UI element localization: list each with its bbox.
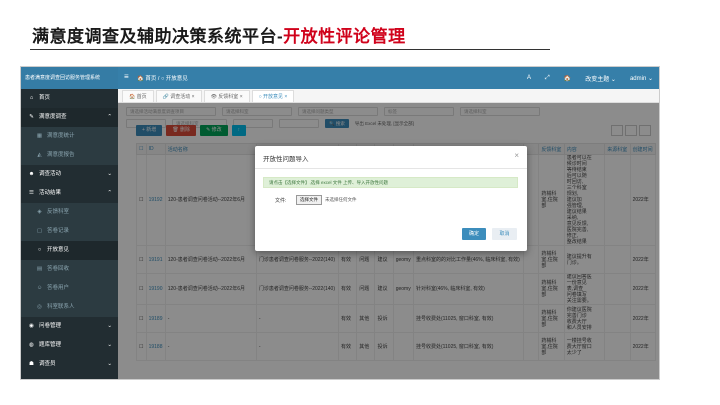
chart-icon: ◭ <box>37 152 42 158</box>
sidebar-item-label: 调查活动 <box>39 171 62 177</box>
fullscreen-icon[interactable]: ⤢ <box>545 75 550 82</box>
close-icon[interactable]: × <box>514 151 519 160</box>
chevron-icon[interactable]: ⌃ <box>107 108 112 127</box>
sidebar-item-label: 满意度调查 <box>39 114 67 120</box>
confirm-button[interactable]: 确定 <box>462 228 486 240</box>
sidebar-item-label: 答卷记录 <box>47 228 70 234</box>
sidebar-item[interactable]: ✎ 满意度调查 ⌃ <box>21 108 118 127</box>
sidebar-item-label: 题库管理 <box>39 342 62 348</box>
cancel-button[interactable]: 取消 <box>492 228 517 240</box>
tab-open-comments[interactable]: ○ 开放意见 × <box>251 90 295 102</box>
title-underline <box>30 49 550 50</box>
tab-home[interactable]: 🏠 首页 <box>122 90 154 102</box>
chevron-icon[interactable]: ⌄ <box>107 165 112 184</box>
import-dialog: 开放性问题导入 × 请点击【选择文件】,选择 excel 文件 上传、导入开放性… <box>255 146 527 251</box>
sidebar-item-label: 答卷用户 <box>47 285 70 291</box>
menu-toggle-icon[interactable]: ≡ <box>124 72 129 81</box>
sidebar-item-label: 满意度统计 <box>47 133 75 139</box>
sidebar-item[interactable]: ☻ 调查活动 ⌄ <box>21 165 118 184</box>
sidebar-item[interactable]: ○ 开放意见 <box>21 241 118 260</box>
sidebar-item[interactable]: ◈ 反馈科室 <box>21 203 118 222</box>
sidebar-item-label: 反馈科室 <box>47 209 70 215</box>
sidebar-item-label: 首页 <box>39 95 51 101</box>
survey-icon: ✎ <box>29 114 34 120</box>
slide: 满意度调查及辅助决策系统平台-开放性评论管理 患者满意度调查回访服务管理系统 ≡… <box>0 0 720 405</box>
sidebar-item-label: 调查员 <box>39 361 56 367</box>
file-label: 文件: <box>275 198 287 204</box>
sidebar-item[interactable]: ◍ 题库管理 ⌄ <box>21 336 118 355</box>
tab-survey-activity[interactable]: 🔗 调查活动 × <box>155 90 202 102</box>
sidebar-item-label: 答卷回收 <box>47 266 70 272</box>
sidebar-item[interactable]: ◎ 科室联系人 <box>21 298 118 317</box>
sidebar-item[interactable]: ☗ 调查员 ⌄ <box>21 355 118 374</box>
sidebar-item-label: 活动结果 <box>39 190 62 196</box>
sidebar-item-label: 科室联系人 <box>47 304 75 310</box>
circle-icon: ○ <box>37 247 42 253</box>
sidebar-item[interactable]: ▤ 答卷回收 <box>21 260 118 279</box>
users-icon: ☻ <box>28 171 35 177</box>
contact-icon: ◎ <box>37 304 42 310</box>
sidebar: ⌂ 首页 ✎ 满意度调查 ⌃ ▦ 满意度统计 ◭ 满意度报告 ☻ 调查活动 ⌄ ☰ 活动结果 ⌃ ◈ 反馈科室 ▢… <box>21 89 118 379</box>
trash-icon: ▤ <box>36 266 43 272</box>
record-icon: ▢ <box>36 228 43 234</box>
dialog-title: 开放性问题导入 <box>263 156 309 163</box>
home-icon[interactable]: 🏠 <box>564 75 571 82</box>
tab-feedback-dept[interactable]: 👁 反馈科室 × <box>203 90 250 102</box>
list-icon: ☰ <box>29 190 34 196</box>
top-right-actions: A ⤢ 🏠 改变主题 ⌄ admin ⌄ <box>527 67 653 89</box>
file-status: 未选择任何文件 <box>325 197 357 202</box>
slide-title: 满意度调查及辅助决策系统平台-开放性评论管理 <box>32 22 406 47</box>
tab-bar: 🏠 首页 🔗 调查活动 × 👁 反馈科室 × ○ 开放意见 × <box>118 89 659 103</box>
chevron-icon[interactable]: ⌄ <box>107 336 112 355</box>
feedback-icon: ◈ <box>37 209 42 215</box>
questionnaire-icon: ◉ <box>29 323 34 329</box>
chevron-icon[interactable]: ⌄ <box>107 355 112 374</box>
database-icon: ◍ <box>29 342 34 348</box>
slide-title-main: 满意度调查及辅助决策系统平台- <box>32 27 284 46</box>
sidebar-item[interactable]: ⌂ 首页 <box>21 89 118 108</box>
top-navbar: 患者满意度调查回访服务管理系统 ≡ 🏠 首页 / ○ 开放意见 A ⤢ 🏠 改变… <box>21 67 659 89</box>
choose-file-button[interactable]: 选择文件 <box>296 195 322 205</box>
chevron-icon[interactable]: ⌄ <box>107 317 112 336</box>
chevron-icon[interactable]: ⌃ <box>107 184 112 203</box>
slide-title-accent: 开放性评论管理 <box>283 27 406 46</box>
team-icon: ☗ <box>29 361 34 367</box>
dialog-divider <box>255 168 527 169</box>
sidebar-item[interactable]: ☰ 活动结果 ⌃ <box>21 184 118 203</box>
sidebar-item[interactable]: ▢ 答卷记录 <box>21 222 118 241</box>
sidebar-item[interactable]: ▦ 满意度统计 <box>21 127 118 146</box>
user-menu[interactable]: admin ⌄ <box>630 75 653 82</box>
sidebar-item[interactable]: ◭ 满意度报告 <box>21 146 118 165</box>
app-brand[interactable]: 患者满意度调查回访服务管理系统 <box>21 67 118 89</box>
sidebar-item-label: 满意度报告 <box>47 152 75 158</box>
sidebar-item[interactable]: ☺ 答卷用户 <box>21 279 118 298</box>
sidebar-item[interactable]: ◉ 问卷管理 ⌄ <box>21 317 118 336</box>
sidebar-item-label: 问卷管理 <box>39 323 62 329</box>
font-size-icon[interactable]: A <box>527 75 531 81</box>
sidebar-item-label: 开放意见 <box>47 247 70 253</box>
breadcrumb: 🏠 首页 / ○ 开放意见 <box>137 76 188 82</box>
user-icon: ☺ <box>36 285 43 291</box>
import-hint-alert: 请点击【选择文件】,选择 excel 文件 上传、导入开放性问题 <box>263 177 518 188</box>
home-icon: ⌂ <box>29 95 34 101</box>
app-screenshot: 患者满意度调查回访服务管理系统 ≡ 🏠 首页 / ○ 开放意见 A ⤢ 🏠 改变… <box>20 66 660 380</box>
theme-dropdown[interactable]: 改变主题 ⌄ <box>585 74 616 83</box>
building-icon: ▦ <box>36 133 43 139</box>
